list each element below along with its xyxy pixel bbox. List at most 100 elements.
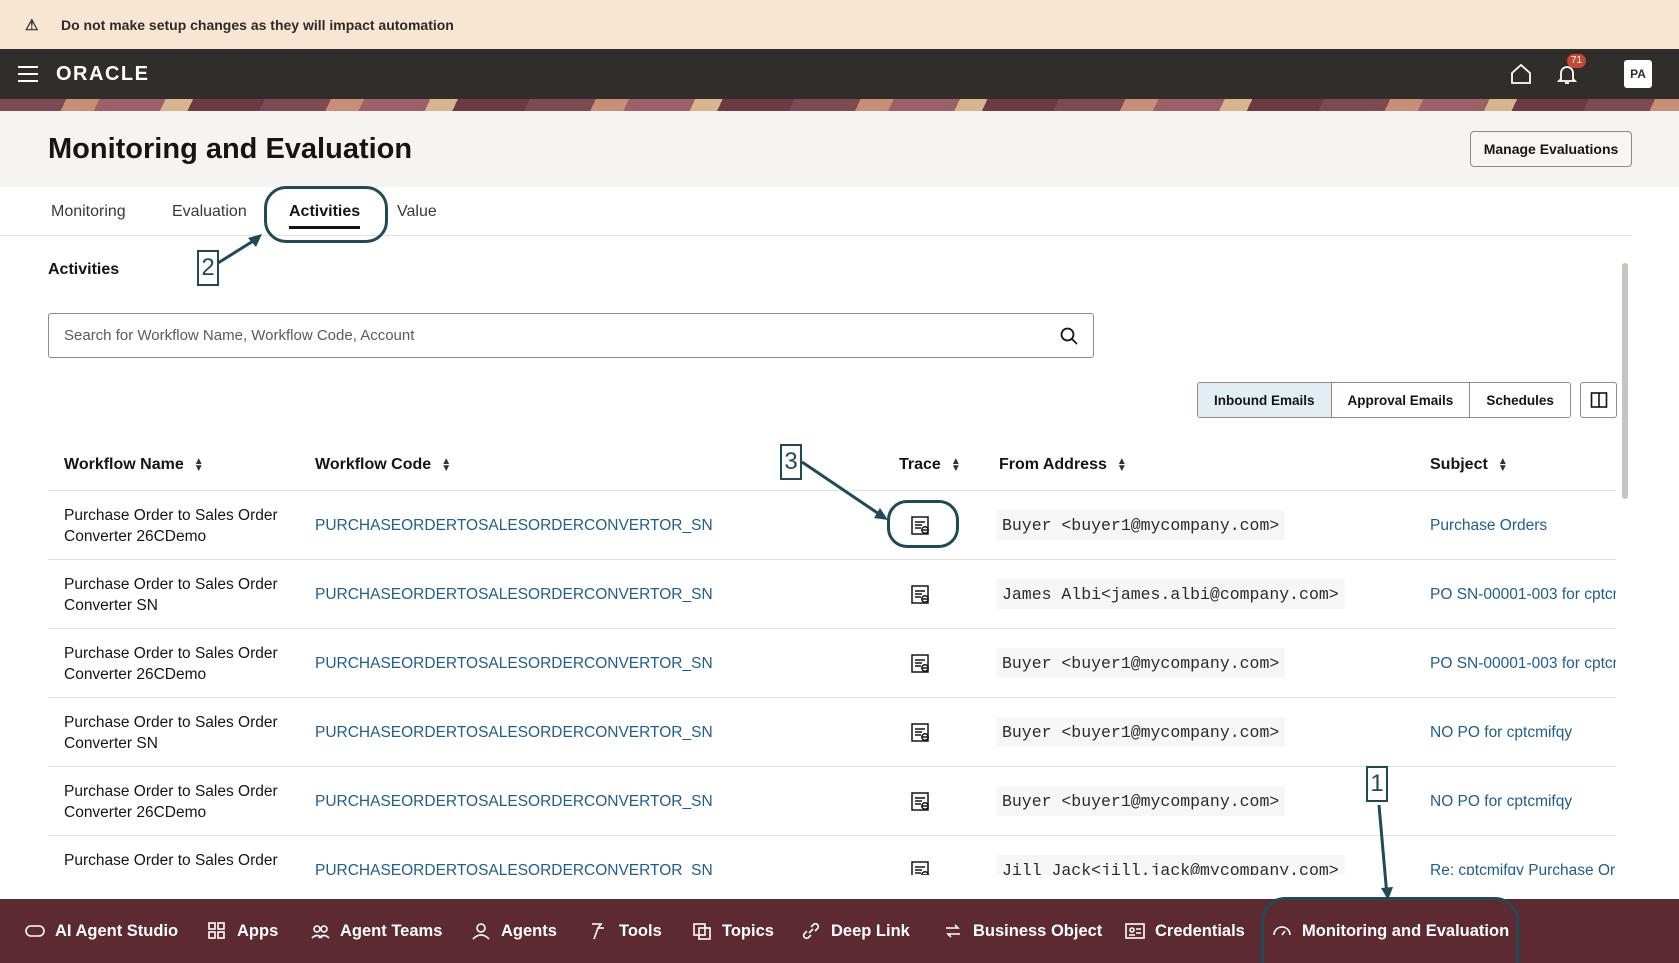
trace-icon[interactable]: [908, 767, 934, 836]
workflow-name-cell: Purchase Order to Sales Order Converter S…: [64, 560, 294, 629]
sort-icon[interactable]: ▲ ▼: [194, 457, 204, 474]
from-address-cell: James Albi<james.albi@company.com>: [996, 579, 1345, 609]
nav-agent[interactable]: Agents: [470, 899, 557, 963]
agent-teams-icon: [311, 925, 330, 939]
top-bar: ORACLE 71 PA: [0, 49, 1679, 99]
home-icon[interactable]: [1509, 62, 1533, 86]
user-avatar[interactable]: PA: [1624, 60, 1652, 88]
notifications-button[interactable]: 71: [1555, 54, 1587, 86]
subject-link[interactable]: PO SN-00001-003 for cptcmifqy: [1430, 629, 1616, 698]
nav-label: Topics: [722, 921, 774, 940]
email-type-filter: Inbound Emails Approval Emails Schedules: [1197, 382, 1571, 418]
workflow-code-link[interactable]: PURCHASEORDERTOSALESORDERCONVERTOR_SN: [315, 698, 713, 767]
column-header-from-address[interactable]: From Address ▲ ▼: [999, 440, 1127, 490]
nav-studio[interactable]: AI Agent Studio: [24, 899, 178, 963]
workflow-name-line: Converter 26CDemo: [64, 527, 207, 545]
column-header-subject[interactable]: Subject ▲ ▼: [1430, 440, 1508, 490]
workflow-name-cell: Purchase Order to Sales Order Converter S…: [64, 698, 294, 767]
nav-topics[interactable]: Topics: [691, 899, 774, 963]
vertical-scrollbar[interactable]: [1622, 263, 1628, 499]
page-header: Monitoring and Evaluation Manage Evaluat…: [0, 111, 1679, 187]
trace-icon-highlight: [887, 500, 959, 548]
trace-icon[interactable]: [908, 836, 934, 875]
approval-emails-button[interactable]: Approval Emails: [1331, 383, 1471, 417]
schedules-button[interactable]: Schedules: [1470, 383, 1570, 417]
nav-tools[interactable]: Tools: [588, 899, 662, 963]
workflow-name-cell: Purchase Order to Sales Order Converter 2…: [64, 629, 294, 698]
tab-value[interactable]: Value: [397, 187, 437, 236]
search-box: [48, 313, 1094, 358]
nav-apps-grid[interactable]: Apps: [206, 899, 278, 963]
trace-icon[interactable]: [908, 629, 934, 698]
decorative-banner-strip: [0, 99, 1679, 111]
warning-text: Do not make setup changes as they will i…: [61, 16, 454, 33]
subject-link[interactable]: PO SN-00001-003 for cptcmifqy: [1430, 560, 1616, 629]
workflow-name-cell: Purchase Order to Sales Order Converter 2…: [64, 491, 294, 560]
column-header-workflow-code[interactable]: Workflow Code ▲ ▼: [315, 440, 451, 490]
workflow-name-line: Purchase Order to Sales Order: [64, 575, 278, 593]
workflow-code-link[interactable]: PURCHASEORDERTOSALESORDERCONVERTOR_SN: [315, 491, 713, 560]
table-row: Purchase Order to Sales Order Converter S…: [48, 559, 1616, 628]
business-object-icon: [946, 924, 960, 938]
manage-evaluations-button[interactable]: Manage Evaluations: [1470, 131, 1632, 167]
from-address-cell: Buyer <buyer1@mycompany.com>: [996, 510, 1286, 540]
workflow-name-line: Purchase Order to Sales Order: [64, 713, 278, 731]
subject-link[interactable]: NO PO for cptcmifqy: [1430, 698, 1616, 767]
sort-icon[interactable]: ▲ ▼: [951, 457, 961, 474]
subject-link[interactable]: NO PO for cptcmifqy: [1430, 767, 1616, 836]
columns-button[interactable]: [1580, 382, 1617, 418]
workflow-code-link[interactable]: PURCHASEORDERTOSALESORDERCONVERTOR_SN: [315, 767, 713, 836]
oracle-logo: ORACLE: [56, 62, 150, 85]
column-header-trace[interactable]: Trace ▲ ▼: [899, 440, 961, 490]
from-address-cell: Buyer <buyer1@mycompany.com>: [996, 786, 1286, 816]
from-address-cell: Buyer <buyer1@mycompany.com>: [996, 717, 1286, 747]
monitoring-nav-highlight: [1261, 897, 1519, 963]
nav-credentials[interactable]: Credentials: [1124, 899, 1245, 963]
tab-bar: Monitoring Evaluation Activities Value: [0, 187, 1632, 236]
workflow-name-cell: Purchase Order to Sales Order Converter 2…: [64, 767, 294, 836]
from-address-cell: Jill Jack<jill.jack@mycompany.com>: [996, 855, 1345, 875]
workflow-name-line: Purchase Order to Sales Order: [64, 851, 278, 869]
sort-icon[interactable]: ▲ ▼: [441, 457, 451, 474]
table-row: Purchase Order to Sales Order Converter 2…: [48, 628, 1616, 697]
workflow-code-link[interactable]: PURCHASEORDERTOSALESORDERCONVERTOR_SN: [315, 560, 713, 629]
column-header-label: From Address: [999, 456, 1107, 473]
column-header-label: Workflow Name: [64, 456, 184, 473]
section-title: Activities: [48, 261, 120, 278]
search-icon[interactable]: [1059, 326, 1079, 346]
table-row: Purchase Order to Sales Order Converter S…: [48, 697, 1616, 766]
table-row: Purchase Order to Sales Order Converter 2…: [48, 490, 1616, 559]
column-header-label: Workflow Code: [315, 456, 432, 473]
tab-monitoring[interactable]: Monitoring: [51, 187, 126, 236]
column-header-workflow-name[interactable]: Workflow Name ▲ ▼: [64, 440, 204, 490]
subject-link[interactable]: Purchase Orders: [1430, 491, 1616, 560]
hamburger-menu-icon[interactable]: [18, 66, 38, 82]
workflow-code-link[interactable]: PURCHASEORDERTOSALESORDERCONVERTOR_SN: [315, 629, 713, 698]
column-header-label: Trace: [899, 456, 941, 473]
nav-agent-teams[interactable]: Agent Teams: [309, 899, 442, 963]
nav-label: Credentials: [1155, 921, 1245, 940]
studio-icon: [25, 925, 45, 937]
subject-link[interactable]: Re: cptcmifqy Purchase Order: [1430, 836, 1616, 876]
nav-link[interactable]: Deep Link: [800, 899, 910, 963]
trace-icon[interactable]: [908, 698, 934, 767]
workflow-name-line: Converter 26CDemo: [64, 803, 207, 821]
workflow-name-line: Purchase Order to Sales Order: [64, 644, 278, 662]
trace-icon[interactable]: [908, 560, 934, 629]
workflow-name-line: Purchase Order to Sales Order: [64, 506, 278, 524]
search-input[interactable]: [64, 314, 1024, 357]
credentials-icon: [1125, 923, 1145, 939]
page-title: Monitoring and Evaluation: [48, 133, 413, 165]
inbound-emails-button[interactable]: Inbound Emails: [1198, 383, 1332, 417]
workflow-name-line: Purchase Order to Sales Order: [64, 782, 278, 800]
nav-label: AI Agent Studio: [55, 921, 179, 940]
sort-icon[interactable]: ▲ ▼: [1498, 457, 1508, 474]
tab-evaluation[interactable]: Evaluation: [172, 187, 247, 236]
nav-business-object[interactable]: Business Object: [942, 899, 1102, 963]
nav-label: Tools: [619, 921, 662, 940]
workflow-name-line: Converter 26CDemo: [64, 871, 278, 876]
agent-icon: [472, 923, 490, 940]
annotation-marker-3: 3: [780, 444, 802, 480]
workflow-code-link[interactable]: PURCHASEORDERTOSALESORDERCONVERTOR_SN: [315, 836, 713, 876]
sort-icon[interactable]: ▲ ▼: [1117, 457, 1127, 474]
